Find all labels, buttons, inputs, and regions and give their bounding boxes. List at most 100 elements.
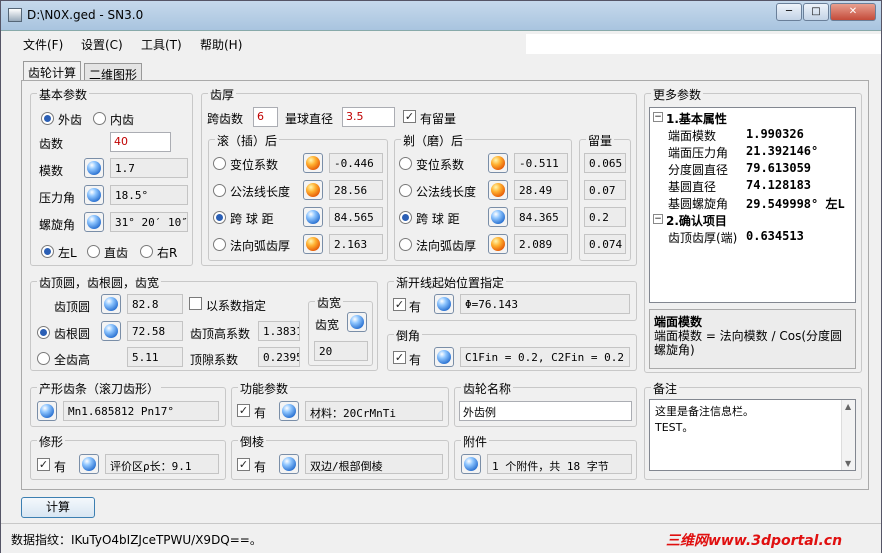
- ball-diameter-input[interactable]: 3.5: [342, 107, 395, 127]
- tree-row[interactable]: 基圆螺旋角 29.549998° 左L: [650, 194, 855, 211]
- face-width-icon-button[interactable]: [347, 312, 367, 332]
- internal-gear-radio[interactable]: [93, 112, 106, 125]
- tree-row[interactable]: 端面压力角 21.392146°: [650, 143, 855, 160]
- edge-icon-button[interactable]: [279, 454, 299, 474]
- involute-checkbox[interactable]: ✓: [393, 298, 406, 311]
- notes-line-2: TEST。: [655, 421, 694, 434]
- attachment-icon-button[interactable]: [461, 454, 481, 474]
- chamfer-has-label: 有: [409, 353, 422, 367]
- menu-file[interactable]: 文件(F): [23, 36, 63, 53]
- chamfer-checkbox[interactable]: ✓: [393, 351, 406, 364]
- shave-shift-radio[interactable]: [399, 157, 412, 170]
- blue-orb-icon: [87, 215, 101, 229]
- hob-shift-icon-button[interactable]: [303, 153, 323, 173]
- hob-ball-radio[interactable]: [213, 211, 226, 224]
- blue-orb-icon: [437, 350, 451, 364]
- blue-orb-icon: [87, 161, 101, 175]
- orange-orb-icon: [491, 156, 505, 170]
- modification-title: 修形: [37, 433, 66, 450]
- span-count-input[interactable]: 6: [253, 107, 278, 127]
- shave-ball-radio[interactable]: [399, 211, 412, 224]
- edge-checkbox[interactable]: ✓: [237, 458, 250, 471]
- module-value: 1.7: [110, 158, 188, 178]
- involute-icon-button[interactable]: [434, 294, 454, 314]
- menu-settings[interactable]: 设置(C): [81, 36, 123, 53]
- tip-circle-icon-button[interactable]: [101, 294, 121, 314]
- close-button[interactable]: ✕: [830, 3, 876, 21]
- whole-depth-radio[interactable]: [37, 352, 50, 365]
- notes-scrollbar[interactable]: ▲ ▼: [841, 400, 855, 470]
- minimize-button[interactable]: ─: [776, 3, 802, 21]
- shave-wk-icon-button[interactable]: [488, 180, 508, 200]
- calculate-button[interactable]: 计算: [21, 497, 95, 518]
- external-gear-radio[interactable]: [41, 112, 54, 125]
- shave-ball-value: 84.365: [514, 207, 568, 227]
- shave-arc-icon-button[interactable]: [488, 234, 508, 254]
- menu-help[interactable]: 帮助(H): [200, 36, 242, 53]
- module-icon-button[interactable]: [84, 158, 104, 178]
- rack-icon-button[interactable]: [37, 401, 57, 421]
- shave-wk-radio[interactable]: [399, 184, 412, 197]
- face-width-label: 齿宽: [315, 318, 340, 332]
- tree-row[interactable]: 齿顶齿厚(端) 0.634513: [650, 228, 855, 245]
- teeth-input[interactable]: 40: [110, 132, 171, 152]
- tree-row[interactable]: 基圆直径 74.128183: [650, 177, 855, 194]
- shave-ball-icon-button[interactable]: [488, 207, 508, 227]
- edge-title: 倒棱: [238, 433, 267, 450]
- left-hand-radio[interactable]: [41, 245, 54, 258]
- menu-tools[interactable]: 工具(T): [141, 36, 182, 53]
- notes-title: 备注: [651, 380, 680, 397]
- shave-wk-label: 公法线长度: [416, 185, 477, 199]
- function-icon-button[interactable]: [279, 401, 299, 421]
- allowance-checkbox[interactable]: ✓: [403, 110, 416, 123]
- tab-gear-calc[interactable]: 齿轮计算: [23, 61, 82, 80]
- shave-wk-value: 28.49: [514, 180, 568, 200]
- hob-wk-label: 公法线长度: [230, 185, 291, 199]
- orange-orb-icon: [306, 156, 320, 170]
- straight-radio[interactable]: [87, 245, 100, 258]
- notes-textarea[interactable]: 这里是备注信息栏。 TEST。 ▲ ▼: [649, 399, 856, 471]
- modification-icon-button[interactable]: [79, 454, 99, 474]
- gear-name-input[interactable]: 外齿例: [459, 401, 632, 421]
- pressure-angle-icon-button[interactable]: [84, 185, 104, 205]
- modification-checkbox[interactable]: ✓: [37, 458, 50, 471]
- involute-has-label: 有: [409, 300, 422, 314]
- tab-2d-graphics[interactable]: 二维图形: [84, 63, 143, 82]
- tree-category-basic[interactable]: − 1.基本属性: [650, 109, 855, 126]
- shave-arc-radio[interactable]: [399, 238, 412, 251]
- hob-shift-radio[interactable]: [213, 157, 226, 170]
- hob-wk-icon-button[interactable]: [303, 180, 323, 200]
- maximize-button[interactable]: □: [803, 3, 829, 21]
- collapse-icon[interactable]: −: [653, 112, 663, 122]
- internal-gear-label: 内齿: [110, 113, 135, 127]
- root-circle-radio[interactable]: [37, 326, 50, 339]
- collapse-icon[interactable]: −: [653, 214, 663, 224]
- helix-angle-icon-button[interactable]: [84, 212, 104, 232]
- tree-category-confirm[interactable]: − 2.确认项目: [650, 211, 855, 228]
- chamfer-icon-button[interactable]: [434, 347, 454, 367]
- shave-shift-icon-button[interactable]: [488, 153, 508, 173]
- property-tree[interactable]: − 1.基本属性 端面模数 1.990326 端面压力角 21.392146° …: [649, 107, 856, 303]
- whole-depth-value: 5.11: [127, 347, 183, 367]
- tree-key: 端面模数: [668, 129, 717, 143]
- teeth-label: 齿数: [39, 137, 64, 151]
- orange-orb-icon: [306, 183, 320, 197]
- function-checkbox[interactable]: ✓: [237, 404, 250, 417]
- hob-ball-icon-button[interactable]: [303, 207, 323, 227]
- tree-row[interactable]: 端面模数 1.990326: [650, 126, 855, 143]
- clearance-coef-value: 0.2395: [258, 347, 300, 367]
- hob-arc-icon-button[interactable]: [303, 234, 323, 254]
- root-circle-icon-button[interactable]: [101, 321, 121, 341]
- hob-wk-radio[interactable]: [213, 184, 226, 197]
- by-coefficient-checkbox[interactable]: [189, 297, 202, 310]
- hob-arc-label: 法向弧齿厚: [230, 239, 291, 253]
- hob-ball-label: 跨 球 距: [230, 212, 274, 226]
- scroll-up-icon[interactable]: ▲: [845, 402, 851, 411]
- tree-row[interactable]: 分度圆直径 79.613059: [650, 160, 855, 177]
- right-hand-radio[interactable]: [140, 245, 153, 258]
- scroll-down-icon[interactable]: ▼: [845, 459, 851, 468]
- face-width-value: 20: [314, 341, 368, 361]
- hob-arc-radio[interactable]: [213, 238, 226, 251]
- rack-title: 产形齿条（滚刀齿形）: [37, 380, 162, 397]
- tree-category-label: 1.基本属性: [666, 112, 727, 126]
